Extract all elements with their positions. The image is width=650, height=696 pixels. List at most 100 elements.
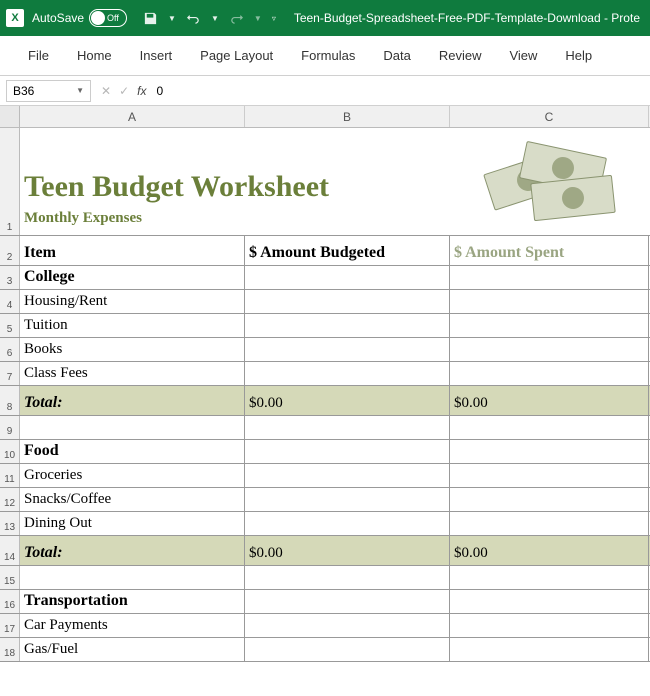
row-header[interactable]: 4: [0, 290, 20, 313]
cell[interactable]: [450, 290, 649, 313]
cell[interactable]: Food: [20, 440, 245, 463]
cell[interactable]: Gas/Fuel: [20, 638, 245, 661]
cell[interactable]: Books: [20, 338, 245, 361]
cell[interactable]: [245, 488, 450, 511]
worksheet-subtitle: Monthly Expenses: [24, 210, 142, 227]
row-header[interactable]: 7: [0, 362, 20, 385]
cell[interactable]: [450, 614, 649, 637]
cell[interactable]: $0.00: [245, 386, 450, 415]
save-icon[interactable]: [143, 11, 158, 26]
row-header[interactable]: 2: [0, 236, 20, 265]
autosave-toggle[interactable]: AutoSave Off: [32, 9, 127, 27]
qat-overflow-icon[interactable]: ▿: [272, 14, 276, 23]
cell[interactable]: [245, 614, 450, 637]
cell[interactable]: [245, 338, 450, 361]
cell[interactable]: College: [20, 266, 245, 289]
cell[interactable]: [450, 512, 649, 535]
cell[interactable]: Tuition: [20, 314, 245, 337]
tab-view[interactable]: View: [495, 38, 551, 73]
cell[interactable]: [245, 362, 450, 385]
ribbon-tabs: File Home Insert Page Layout Formulas Da…: [0, 36, 650, 76]
cell[interactable]: [245, 266, 450, 289]
name-box[interactable]: B36 ▼: [6, 80, 91, 102]
name-box-dropdown-icon[interactable]: ▼: [76, 86, 84, 95]
col-header-b[interactable]: B: [245, 106, 450, 127]
undo-icon[interactable]: [186, 11, 201, 26]
row-header[interactable]: 10: [0, 440, 20, 463]
tab-data[interactable]: Data: [369, 38, 424, 73]
cell[interactable]: [20, 416, 245, 439]
tab-file[interactable]: File: [14, 38, 63, 73]
col-header-a[interactable]: A: [20, 106, 245, 127]
redo-icon[interactable]: [229, 11, 244, 26]
cell[interactable]: [450, 566, 649, 589]
cell[interactable]: [20, 566, 245, 589]
tab-insert[interactable]: Insert: [126, 38, 187, 73]
cell[interactable]: [450, 314, 649, 337]
cell[interactable]: [450, 488, 649, 511]
select-all-corner[interactable]: [0, 106, 20, 127]
row-header[interactable]: 12: [0, 488, 20, 511]
tab-review[interactable]: Review: [425, 38, 496, 73]
name-box-value: B36: [13, 84, 34, 98]
row-header[interactable]: 14: [0, 536, 20, 565]
cell[interactable]: [245, 290, 450, 313]
cell[interactable]: Transportation: [20, 590, 245, 613]
cell[interactable]: Housing/Rent: [20, 290, 245, 313]
header-item[interactable]: Item: [20, 236, 245, 265]
cell[interactable]: [450, 266, 649, 289]
header-budgeted[interactable]: $ Amount Budgeted: [245, 236, 450, 265]
row-header[interactable]: 15: [0, 566, 20, 589]
cell[interactable]: [245, 638, 450, 661]
cell[interactable]: Dining Out: [20, 512, 245, 535]
cell[interactable]: [450, 416, 649, 439]
cell[interactable]: Car Payments: [20, 614, 245, 637]
row-header[interactable]: 8: [0, 386, 20, 415]
cell[interactable]: Total:: [20, 386, 245, 415]
cell[interactable]: [245, 440, 450, 463]
cell[interactable]: Class Fees: [20, 362, 245, 385]
toggle-switch[interactable]: Off: [89, 9, 127, 27]
cell[interactable]: [450, 338, 649, 361]
undo-dropdown-icon[interactable]: ▼: [211, 14, 219, 23]
cell[interactable]: Total:: [20, 536, 245, 565]
col-header-c[interactable]: C: [450, 106, 649, 127]
qat-dropdown-icon[interactable]: ▼: [168, 14, 176, 23]
tab-help[interactable]: Help: [551, 38, 606, 73]
cell[interactable]: $0.00: [245, 536, 450, 565]
cell[interactable]: [450, 638, 649, 661]
row-header[interactable]: 6: [0, 338, 20, 361]
money-image: [472, 139, 627, 224]
tab-formulas[interactable]: Formulas: [287, 38, 369, 73]
row-header[interactable]: 1: [0, 128, 20, 235]
cell[interactable]: [450, 590, 649, 613]
row-header[interactable]: 16: [0, 590, 20, 613]
row-header[interactable]: 9: [0, 416, 20, 439]
cell[interactable]: [450, 464, 649, 487]
cell[interactable]: Groceries: [20, 464, 245, 487]
cell[interactable]: [245, 590, 450, 613]
formula-input[interactable]: 0: [154, 82, 650, 100]
row-header[interactable]: 13: [0, 512, 20, 535]
row-header[interactable]: 3: [0, 266, 20, 289]
row-header[interactable]: 17: [0, 614, 20, 637]
tab-page-layout[interactable]: Page Layout: [186, 38, 287, 73]
row-header[interactable]: 5: [0, 314, 20, 337]
cell[interactable]: Snacks/Coffee: [20, 488, 245, 511]
row-header[interactable]: 18: [0, 638, 20, 661]
cell[interactable]: $0.00: [450, 536, 649, 565]
autosave-label: AutoSave: [32, 11, 84, 25]
redo-dropdown-icon[interactable]: ▼: [254, 14, 262, 23]
cell[interactable]: $0.00: [450, 386, 649, 415]
row-header[interactable]: 11: [0, 464, 20, 487]
fx-icon[interactable]: fx: [137, 84, 146, 98]
cell[interactable]: [245, 512, 450, 535]
cell[interactable]: [450, 440, 649, 463]
cell[interactable]: [450, 362, 649, 385]
cell[interactable]: [245, 464, 450, 487]
cell[interactable]: [245, 416, 450, 439]
header-spent[interactable]: $ Amount Spent: [450, 236, 649, 265]
cell[interactable]: [245, 566, 450, 589]
tab-home[interactable]: Home: [63, 38, 126, 73]
cell[interactable]: [245, 314, 450, 337]
